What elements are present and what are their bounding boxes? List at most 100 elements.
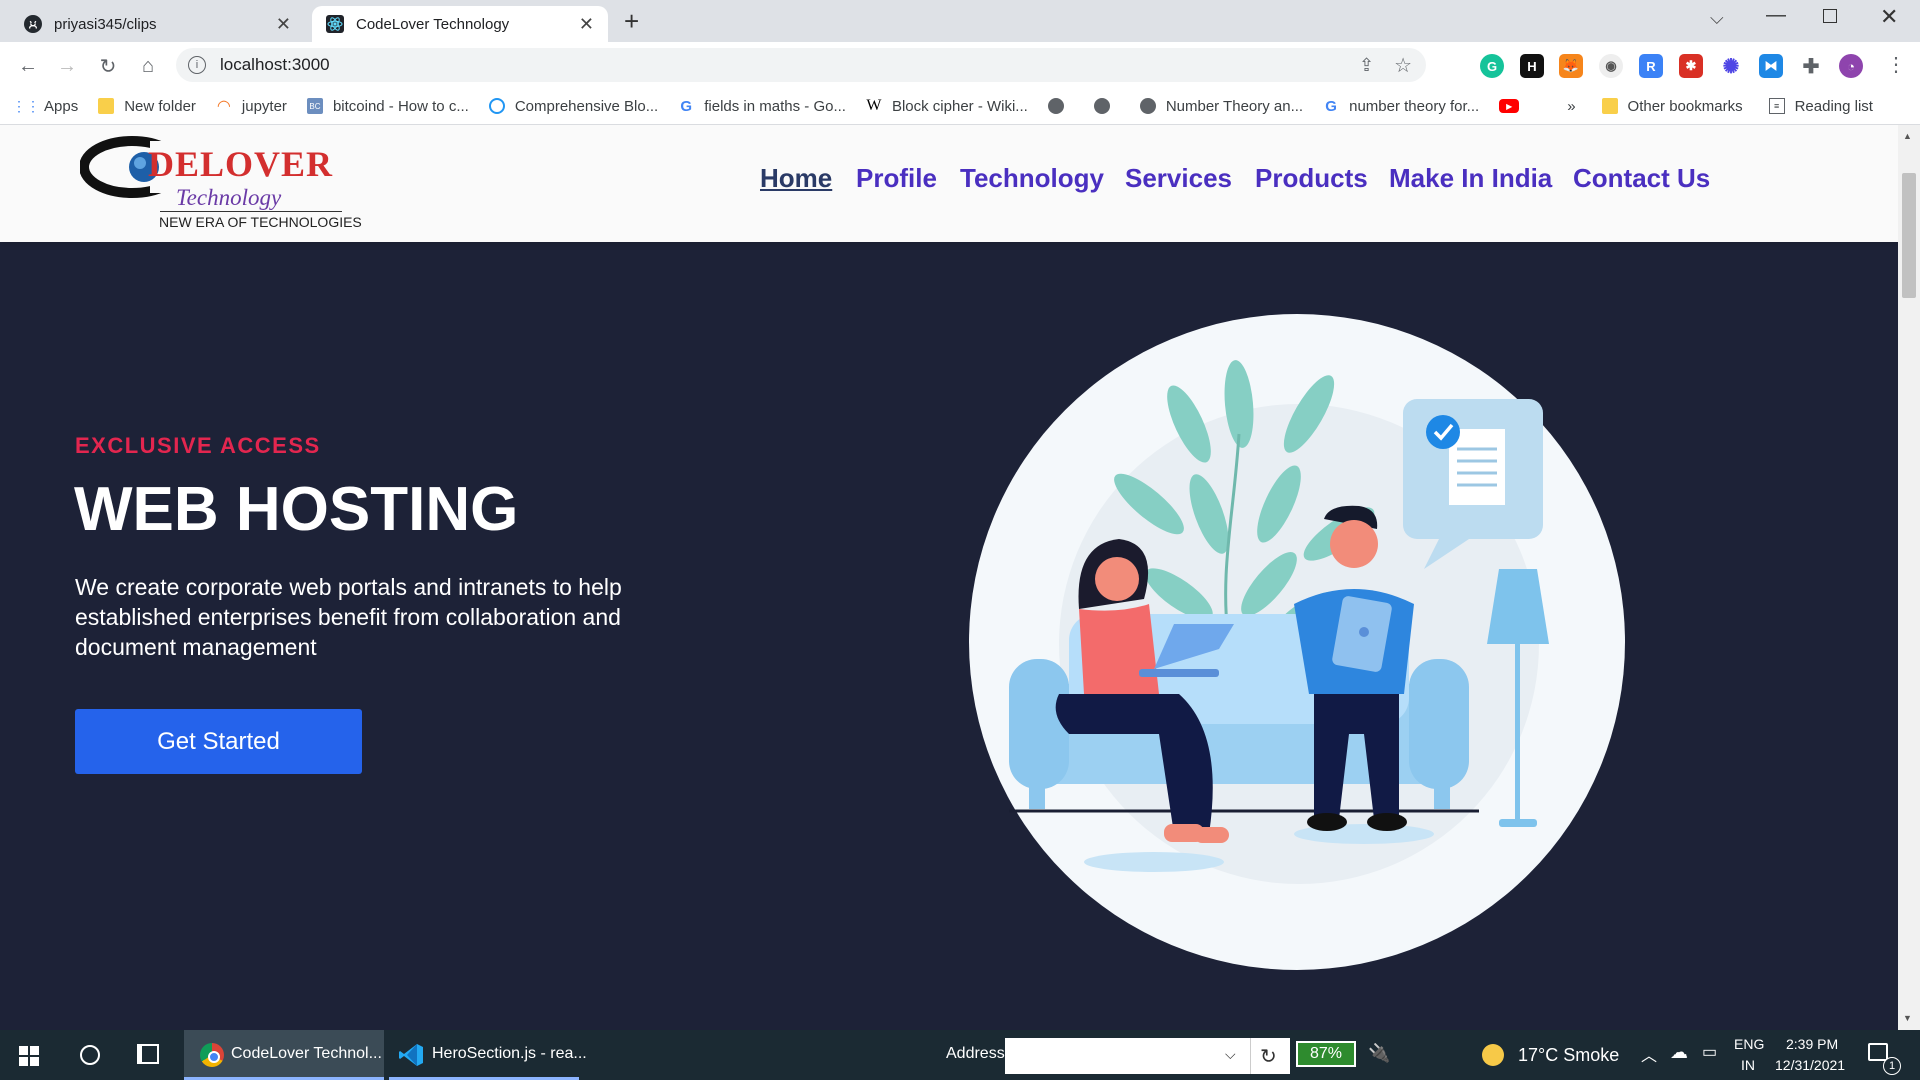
bookmark-label: Number Theory an... <box>1165 97 1304 115</box>
bookmark-label: jupyter <box>241 97 287 115</box>
bc-icon: BC <box>306 98 323 114</box>
taskbar-app-vscode[interactable]: HeroSection.js - rea... <box>389 1030 587 1080</box>
sparkle-extension-icon[interactable]: ✺ <box>1719 54 1743 78</box>
extensions-puzzle-icon[interactable]: ✚ <box>1799 54 1823 78</box>
nav-services[interactable]: Services <box>1125 163 1232 194</box>
site-logo[interactable]: DELOVER Technology NEW ERA OF TECHNOLOGI… <box>79 133 370 233</box>
web-page-viewport: DELOVER Technology NEW ERA OF TECHNOLOGI… <box>0 125 1898 1030</box>
vscode-icon <box>399 1044 423 1066</box>
clock-time[interactable]: 2:39 PM <box>1786 1036 1838 1052</box>
nav-make-in-india[interactable]: Make In India <box>1389 163 1552 194</box>
windows-start-icon[interactable] <box>19 1046 39 1066</box>
nav-technology[interactable]: Technology <box>960 163 1104 194</box>
tab-github[interactable]: priyasi345/clips ✕ <box>10 6 305 42</box>
extension-face-icon[interactable]: ◉ <box>1599 54 1623 78</box>
red-extension-icon[interactable]: ✱ <box>1679 54 1703 78</box>
grammarly-icon[interactable]: G <box>1480 54 1504 78</box>
bookmark-other[interactable]: Other bookmarks <box>1601 97 1743 115</box>
wikipedia-icon: W <box>866 97 882 114</box>
show-hidden-icons-chevron[interactable]: ︿ <box>1641 1042 1657 1066</box>
globe-icon <box>488 98 505 114</box>
forward-icon[interactable]: → <box>53 52 81 80</box>
profile-avatar[interactable]: ◔ <box>1839 54 1863 78</box>
bookmark-label: number theory for... <box>1349 97 1480 115</box>
new-tab-button[interactable]: + <box>624 6 639 37</box>
bookmark-number-theory[interactable]: Number Theory an... <box>1139 97 1304 115</box>
bookmark-new-folder[interactable]: New folder <box>98 98 196 115</box>
bookmark-youtube[interactable]: ▶ <box>1499 99 1529 113</box>
blue-extension-icon[interactable]: ⧓ <box>1759 54 1783 78</box>
page-scrollbar[interactable]: ▲ ▼ <box>1898 125 1920 1030</box>
clock-date[interactable]: 12/31/2021 <box>1775 1057 1845 1073</box>
bookmarks-overflow-button[interactable]: » <box>1567 98 1575 115</box>
address-divider <box>1250 1038 1251 1074</box>
scroll-up-icon[interactable]: ▲ <box>1903 131 1912 141</box>
r-extension-icon[interactable]: R <box>1639 54 1663 78</box>
browser-menu-icon[interactable]: ⋮ <box>1886 52 1906 77</box>
reading-list-button[interactable]: ≡ Reading list <box>1768 97 1873 115</box>
scroll-down-icon[interactable]: ▼ <box>1903 1013 1912 1023</box>
network-icon[interactable]: ☁ <box>1670 1042 1688 1063</box>
cortana-search-icon[interactable] <box>80 1045 100 1065</box>
taskbar-address-input[interactable]: ⌵ ↻ <box>1005 1038 1290 1074</box>
nav-profile[interactable]: Profile <box>856 163 937 194</box>
battery-tray-icon[interactable]: ▭ <box>1702 1042 1717 1062</box>
info-icon[interactable]: i <box>188 56 206 74</box>
hero-title: WEB HOSTING <box>74 475 519 544</box>
logo-divider <box>160 211 342 212</box>
bookmark-bitcoind[interactable]: BC bitcoind - How to c... <box>306 97 469 115</box>
bookmark-label: Reading list <box>1794 97 1873 115</box>
scrollbar-thumb[interactable] <box>1902 173 1916 298</box>
bookmark-label: fields in maths - Go... <box>704 97 846 115</box>
address-refresh-icon[interactable]: ↻ <box>1260 1044 1277 1069</box>
language-line-1[interactable]: ENG <box>1734 1036 1764 1052</box>
logo-tagline: NEW ERA OF TECHNOLOGIES <box>159 214 362 230</box>
close-window-icon[interactable]: ✕ <box>1880 4 1898 30</box>
home-icon[interactable]: ⌂ <box>134 52 162 80</box>
minimize-icon[interactable]: — <box>1766 4 1786 27</box>
share-icon[interactable]: ⇪ <box>1359 55 1374 76</box>
bookmark-jupyter[interactable]: ◠ jupyter <box>216 97 287 116</box>
google-icon: G <box>680 97 693 115</box>
restore-icon[interactable] <box>1823 9 1837 23</box>
taskbar-app-chrome[interactable]: CodeLover Technol... <box>184 1030 384 1080</box>
bookmark-globe-2[interactable] <box>1093 98 1120 114</box>
bookmark-label: bitcoind - How to c... <box>332 97 469 115</box>
bookmark-comprehensive[interactable]: Comprehensive Blo... <box>488 98 658 115</box>
weather-text[interactable]: 17°C Smoke <box>1518 1045 1619 1066</box>
bookmark-apps[interactable]: ⋮⋮ Apps <box>12 97 79 115</box>
nav-home[interactable]: Home <box>760 163 832 194</box>
bookmark-star-icon[interactable]: ☆ <box>1394 53 1412 78</box>
reload-icon[interactable]: ↻ <box>94 52 122 80</box>
github-icon <box>24 15 42 33</box>
nav-contact-us[interactable]: Contact Us <box>1573 163 1710 194</box>
bookmark-fields-in-maths[interactable]: G fields in maths - Go... <box>678 98 846 115</box>
site-header: DELOVER Technology NEW ERA OF TECHNOLOGI… <box>0 125 1898 242</box>
hero-description: We create corporate web portals and intr… <box>75 574 622 660</box>
bookmark-label: Apps <box>44 97 79 115</box>
task-view-icon[interactable] <box>137 1044 159 1064</box>
nav-products[interactable]: Products <box>1255 163 1368 194</box>
bookmark-globe-1[interactable] <box>1047 98 1074 114</box>
apps-grid-icon: ⋮⋮ <box>12 97 40 114</box>
address-dropdown-icon[interactable]: ⌵ <box>1225 1046 1236 1063</box>
bookmark-label: Other bookmarks <box>1627 97 1743 115</box>
globe-icon <box>1139 98 1156 114</box>
bookmark-number-theory-for[interactable]: G number theory for... <box>1323 98 1479 115</box>
react-icon <box>326 15 344 33</box>
tab-search-icon[interactable]: ⌵ <box>1710 8 1724 29</box>
folder-icon <box>98 98 115 114</box>
battery-meter[interactable]: 87% <box>1296 1041 1356 1067</box>
back-icon[interactable]: ← <box>14 52 42 80</box>
tab-codelover[interactable]: CodeLover Technology ✕ <box>312 6 608 42</box>
get-started-button[interactable]: Get Started <box>75 709 362 774</box>
bookmark-label: New folder <box>124 97 196 115</box>
language-line-2[interactable]: IN <box>1741 1057 1755 1073</box>
close-tab-icon[interactable]: ✕ <box>579 14 594 35</box>
bookmark-block-cipher[interactable]: W Block cipher - Wiki... <box>866 97 1027 115</box>
address-bar[interactable]: i localhost:3000 ⇪ ☆ <box>176 48 1426 82</box>
hero-eyebrow: EXCLUSIVE ACCESS <box>75 433 321 458</box>
honey-icon[interactable]: H <box>1520 54 1544 78</box>
close-tab-icon[interactable]: ✕ <box>276 14 291 35</box>
metamask-icon[interactable]: 🦊 <box>1559 54 1583 78</box>
